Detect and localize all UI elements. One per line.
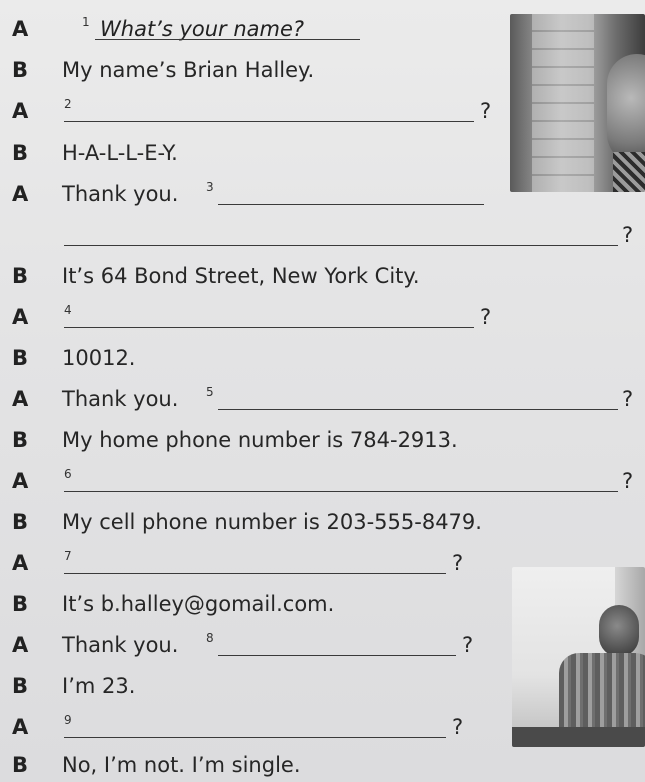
speaker-label: B [12, 753, 29, 777]
item-number: 6 [64, 467, 72, 481]
question-mark: ? [452, 551, 464, 575]
question-mark: ? [622, 469, 634, 493]
dialogue-text: I’m 23. [62, 674, 136, 698]
item-number: 7 [64, 549, 72, 563]
man-plaid-shirt [559, 653, 645, 733]
question-mark: ? [462, 633, 474, 657]
item-number: 8 [206, 631, 214, 645]
dialogue-text: It’s b.halley@gomail.com. [62, 592, 335, 616]
speaker-label: A [12, 99, 29, 123]
speaker-label: B [12, 58, 29, 82]
answer-blank[interactable] [64, 491, 618, 492]
photo-woman [510, 14, 645, 192]
speaker-label: A [12, 469, 29, 493]
woman-scarf [613, 152, 645, 192]
speaker-label: A [12, 387, 29, 411]
speaker-label: B [12, 428, 29, 452]
answer-blank[interactable] [218, 204, 484, 205]
answer-blank[interactable] [64, 573, 446, 574]
item-number: 9 [64, 713, 72, 727]
question-mark: ? [452, 715, 464, 739]
speaker-label: B [12, 264, 29, 288]
answer-blank[interactable] [218, 409, 618, 410]
speaker-label: B [12, 592, 29, 616]
photo-man [512, 567, 645, 747]
man-head [599, 605, 639, 657]
speaker-label: A [12, 633, 29, 657]
dialogue-text: Thank you. [62, 182, 179, 206]
dialogue-text: H-A-L-L-E-Y. [62, 141, 178, 165]
answer-blank[interactable] [64, 327, 474, 328]
item-number: 4 [64, 303, 72, 317]
question-mark: ? [622, 387, 634, 411]
dialogue-text: My home phone number is 784-2913. [62, 428, 458, 452]
item-number: 3 [206, 180, 214, 194]
speaker-label: B [12, 141, 29, 165]
office-window [532, 14, 594, 192]
dialogue-text: Thank you. [62, 633, 179, 657]
question-mark: ? [480, 305, 492, 329]
dialogue-text: It’s 64 Bond Street, New York City. [62, 264, 420, 288]
speaker-label: A [12, 305, 29, 329]
answer-blank[interactable] [64, 737, 446, 738]
answer-blank[interactable] [218, 655, 456, 656]
dialogue-text: 10012. [62, 346, 136, 370]
answer-blank[interactable] [64, 121, 474, 122]
question-mark: ? [622, 223, 634, 247]
dialogue-text: Thank you. [62, 387, 179, 411]
speaker-label: A [12, 715, 29, 739]
answer-underline [95, 39, 360, 40]
answer-blank-continued[interactable] [64, 245, 618, 246]
speaker-label: A [12, 182, 29, 206]
speaker-label: B [12, 674, 29, 698]
speaker-label: B [12, 346, 29, 370]
dialogue-text: No, I’m not. I’m single. [62, 753, 301, 777]
item-number: 1 [82, 15, 90, 29]
desk [512, 727, 645, 747]
woman-face [607, 54, 645, 164]
dialogue-text: My cell phone number is 203-555-8479. [62, 510, 482, 534]
item-number: 5 [206, 385, 214, 399]
question-mark: ? [480, 99, 492, 123]
item-number: 2 [64, 97, 72, 111]
speaker-label: B [12, 510, 29, 534]
dialogue-text: My name’s Brian Halley. [62, 58, 315, 82]
speaker-label: A [12, 17, 29, 41]
speaker-label: A [12, 551, 29, 575]
